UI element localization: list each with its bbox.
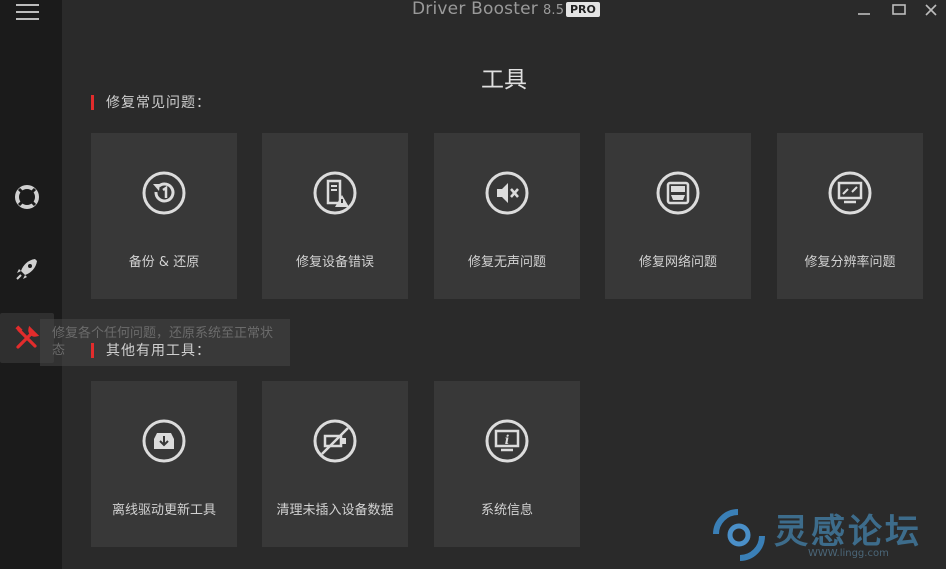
tile-fix-device-errors[interactable]: 修复设备错误 (262, 133, 408, 299)
close-button[interactable] (919, 0, 943, 20)
sidebar-item-lifebuoy[interactable] (0, 172, 54, 222)
hamburger-menu-icon[interactable] (16, 4, 39, 20)
watermark-url: WWW.lingg.com (808, 548, 889, 559)
tile-label: 清理未插入设备数据 (276, 503, 394, 518)
section-title: 修复常见问题： (106, 95, 211, 111)
section-accent-bar (91, 342, 94, 358)
watermark-text: 灵感论坛 (774, 512, 922, 552)
close-icon (925, 4, 937, 16)
device-error-icon (313, 171, 357, 215)
tile-label: 修复分辨率问题 (804, 255, 896, 270)
minimize-button[interactable] (852, 0, 876, 20)
tile-label: 修复网络问题 (638, 255, 717, 270)
tile-label: 修复无声问题 (467, 255, 546, 270)
system-info-icon: i (485, 419, 529, 463)
section-accent-bar (91, 94, 94, 110)
rocket-icon (16, 259, 37, 280)
title-bar: Driver Booster 8.5 PRO (62, 0, 946, 24)
tile-fix-network[interactable]: 修复网络问题 (605, 133, 751, 299)
sidebar-item-rocket[interactable] (0, 244, 54, 294)
tile-offline-driver-updater[interactable]: 离线驱动更新工具 (91, 381, 237, 547)
lifebuoy-icon (15, 185, 39, 209)
tile-label: 离线驱动更新工具 (111, 503, 216, 518)
network-icon (656, 171, 700, 215)
watermark: 灵感论坛 WWW.lingg.com (708, 500, 946, 569)
tile-backup-restore[interactable]: 备份 & 还原 (91, 133, 237, 299)
sound-mute-icon (485, 171, 529, 215)
maximize-icon (892, 4, 906, 15)
backup-restore-icon (142, 171, 186, 215)
tile-system-info[interactable]: i 系统信息 (434, 381, 580, 547)
tile-fix-no-sound[interactable]: 修复无声问题 (434, 133, 580, 299)
minimize-icon (858, 13, 870, 15)
pro-badge: PRO (566, 2, 600, 17)
maximize-button[interactable] (887, 0, 911, 20)
resolution-icon (828, 171, 872, 215)
clean-device-icon (313, 419, 357, 463)
tile-label: 备份 & 还原 (128, 255, 200, 270)
svg-text:i: i (505, 433, 510, 447)
app-name: Driver Booster (412, 0, 538, 19)
section-title: 其他有用工具： (106, 343, 211, 359)
section-header-other-tools: 其他有用工具： (91, 341, 211, 359)
page-title: 工具 (481, 67, 527, 93)
watermark-logo-icon (713, 509, 765, 561)
tile-label: 修复设备错误 (295, 255, 374, 270)
tile-label: 系统信息 (480, 503, 533, 518)
tile-clean-unplugged-devices[interactable]: 清理未插入设备数据 (262, 381, 408, 547)
app-title: Driver Booster 8.5 (412, 0, 564, 19)
section-header-common-fixes: 修复常见问题： (91, 93, 211, 111)
tools-icon (15, 325, 40, 349)
app-version: 8.5 (542, 3, 565, 18)
tile-fix-resolution[interactable]: 修复分辨率问题 (777, 133, 923, 299)
offline-update-icon (142, 419, 186, 463)
